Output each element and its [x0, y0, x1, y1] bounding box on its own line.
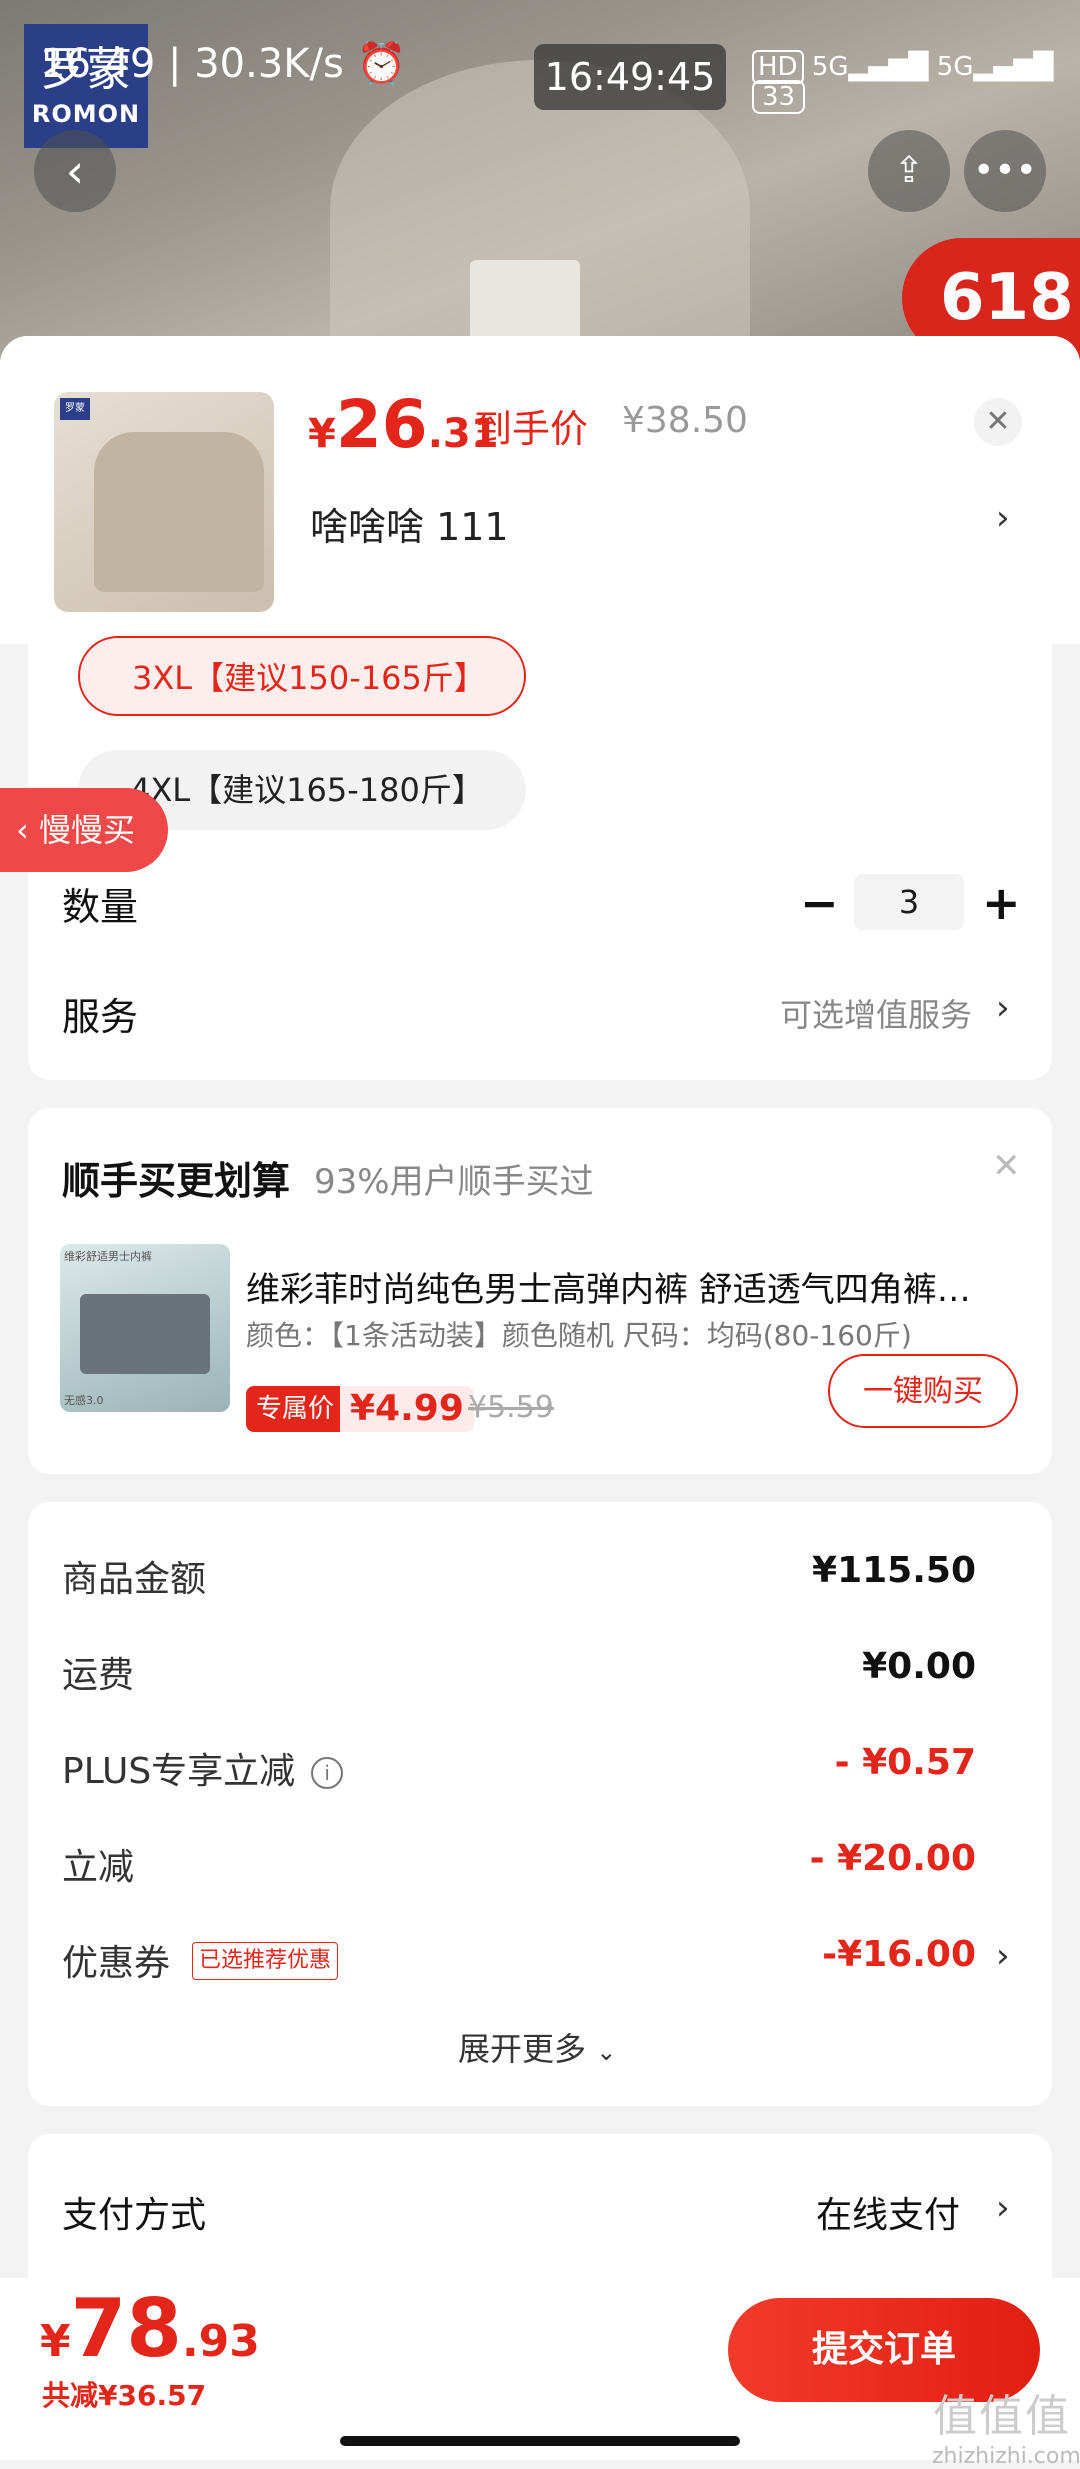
chevron-right-icon: › — [996, 988, 1010, 1028]
status-time: 16:49 | 30.3K/s ⏰ — [40, 41, 407, 87]
clock-pill: 16:49:45 — [534, 44, 726, 110]
summary-value-plus: - ¥0.57 — [834, 1742, 976, 1783]
combo-subtitle: 93%用户顺手买过 — [314, 1162, 594, 1202]
combo-img-box-graphic — [80, 1294, 210, 1374]
signal-5g-2: 5G — [936, 52, 974, 82]
combo-old-price: ¥5.59 — [468, 1390, 554, 1425]
summary-value-coupon[interactable]: -¥16.00 — [822, 1934, 976, 1975]
selected-variant[interactable]: 啥啥啥 111 — [310, 496, 509, 551]
quantity-label: 数量 — [62, 885, 139, 929]
total-saved: 共减¥36.57 — [42, 2379, 207, 2412]
brand-logo-en: ROMON — [31, 100, 141, 128]
summary-label-discount: 立减 — [62, 1847, 135, 1888]
size-option-3xl[interactable]: 3XL【建议150-165斤】 — [78, 636, 526, 716]
quantity-plus-button[interactable]: + — [982, 876, 1021, 930]
product-thumbnail[interactable]: 罗蒙 — [54, 392, 274, 612]
more-button[interactable]: ••• — [964, 130, 1046, 212]
combo-img-brand: 维彩舒适男士内裤 — [64, 1250, 152, 1263]
watermark-logo: 值值值 — [933, 2391, 1071, 2442]
combo-item-spec: 颜色：【1条活动装】颜色随机 尺码：均码(80-160斤) — [246, 1319, 912, 1352]
total-price: ¥78.93 — [40, 2282, 260, 2375]
alarm-icon: ⏰ — [356, 41, 407, 87]
summary-label-coupon: 优惠券 — [62, 1943, 171, 1984]
combo-item-name[interactable]: 维彩菲时尚纯色男士高弹内裤 舒适透气四角裤… — [246, 1262, 1016, 1311]
chevron-right-icon: › — [996, 1936, 1010, 1976]
network-speed: 30.3K/s — [194, 41, 344, 87]
chevron-down-icon: ⌄ — [596, 2038, 617, 2066]
combo-item-image[interactable]: 维彩舒适男士内裤 无感3.0 — [60, 1244, 230, 1412]
combo-price: ¥4.99 — [340, 1386, 474, 1432]
thumb-shirt-graphic — [94, 432, 264, 592]
service-value[interactable]: 可选增值服务 — [780, 990, 972, 1036]
payment-method[interactable]: 在线支付 — [816, 2186, 960, 2238]
watermark-url: zhizhizhi.com — [932, 2444, 1080, 2469]
share-button[interactable]: ⇪ — [868, 130, 950, 212]
summary-label-shipping: 运费 — [62, 1655, 135, 1696]
thumb-brand-logo: 罗蒙 — [60, 398, 90, 420]
price-label: 到手价 — [474, 407, 589, 451]
original-price: ¥38.50 — [622, 400, 748, 441]
watermark: 值值值 zhizhizhi.com — [932, 2380, 1080, 2469]
quantity-minus-button[interactable]: − — [800, 876, 839, 930]
chevron-right-icon: › — [996, 498, 1010, 538]
one-click-buy-button[interactable]: 一键购买 — [828, 1354, 1018, 1428]
payment-label: 支付方式 — [62, 2195, 207, 2236]
summary-label-goods: 商品金额 — [62, 1559, 207, 1600]
status-icons: HD 5G▂▄▆█ 5G▂▄▆█ 33 — [752, 50, 1080, 114]
service-label: 服务 — [62, 995, 139, 1039]
hd-icon: HD — [752, 50, 804, 84]
combo-title: 顺手买更划算 — [62, 1159, 291, 1203]
back-button[interactable]: ‹ — [34, 130, 116, 212]
info-icon[interactable]: i — [311, 1757, 344, 1789]
signal-5g-1: 5G — [811, 52, 849, 82]
battery-icon: 33 — [752, 80, 806, 114]
signal-bars-icon: ▂▄▆█ — [848, 52, 929, 82]
summary-label-plus: PLUS专享立减 i — [62, 1742, 344, 1794]
variant-text: 啥啥啥 111 — [310, 505, 509, 549]
summary-value-discount: - ¥20.00 — [809, 1838, 976, 1879]
summary-value-shipping: ¥0.00 — [862, 1646, 976, 1687]
signal-bars-icon-2: ▂▄▆█ — [973, 52, 1054, 82]
home-indicator[interactable] — [340, 2436, 740, 2446]
slow-buy-tab[interactable]: ‹ 慢慢买 — [0, 788, 168, 872]
chevron-right-icon: › — [996, 2188, 1010, 2228]
close-icon[interactable]: ✕ — [974, 398, 1022, 446]
combo-exclusive-badge: 专属价 — [246, 1386, 345, 1432]
combo-close-icon[interactable]: ✕ — [992, 1146, 1021, 1186]
product-price: ¥26.31 — [308, 386, 499, 463]
quantity-value[interactable]: 3 — [854, 874, 964, 930]
coupon-recommend-badge: 已选推荐优惠 — [192, 1942, 339, 1980]
combo-img-foot: 无感3.0 — [64, 1394, 104, 1407]
summary-value-goods: ¥115.50 — [812, 1550, 976, 1591]
expand-more-button[interactable]: 展开更多 ⌄ — [458, 2024, 616, 2070]
